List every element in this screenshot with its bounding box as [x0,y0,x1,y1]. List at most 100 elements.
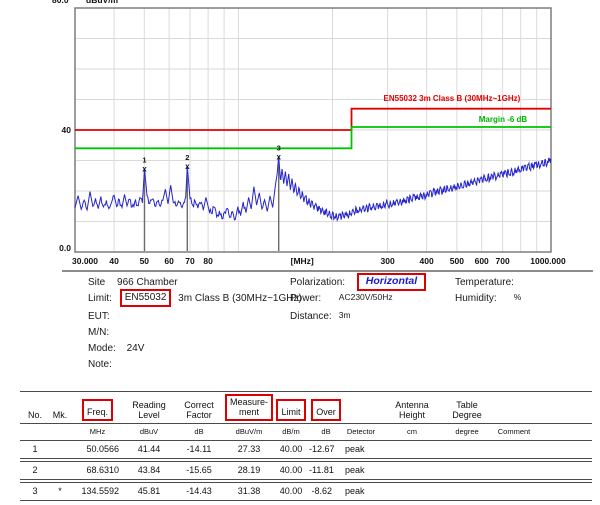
limit-label: EN55032 3m Class B (30MHz~1GHz) [384,94,521,103]
table-cell [379,440,445,459]
column-header [489,391,539,424]
table-row: 3*134.559245.81-14.4331.3840.00-8.62peak [20,482,592,501]
table-cell: -14.11 [173,440,225,459]
highlight-box: Over [311,399,341,421]
column-header: Correct Factor [173,391,225,424]
note-row: Note: [88,358,118,371]
table-cell [379,461,445,480]
x-tick-label: 80 [203,256,213,266]
table-cell: -11.81 [309,461,343,480]
table-cell: 27.33 [225,440,273,459]
mode-value: 24V [127,343,145,354]
section-divider [62,270,593,272]
x-tick-label: 1000.000 [530,256,566,266]
table-cell: peak [343,461,379,480]
table-cell [445,440,489,459]
column-header: Measure- ment [225,391,273,424]
table-cell [539,482,592,501]
limit-highlight-box: EN55032 [120,289,172,307]
y-axis-top-value: 80.0 [52,0,69,5]
table-cell: 45.81 [125,482,173,501]
eut-label: EUT: [88,311,110,322]
highlight-box: Limit [276,399,305,421]
highlight-box: Measure- ment [225,394,273,421]
table-cell: 40.00 [273,461,309,480]
site-row: Site 966 Chamber [88,276,178,289]
mode-label: Mode: [88,343,116,354]
table-header-row: No.Mk.Freq.Reading LevelCorrect FactorMe… [20,391,592,424]
x-tick-label: 600 [475,256,489,266]
table-cell: * [50,482,70,501]
limit-standard: EN55032 [125,292,167,303]
column-unit: degree [445,426,489,438]
table-cell: 31.38 [225,482,273,501]
y-axis-unit: dBuV/m [86,0,119,5]
column-header [343,391,379,424]
table-units-row: MHzdBuVdBdBuV/mdB/mdBDetectorcmdegreeCom… [20,426,592,438]
table-cell: -14.43 [173,482,225,501]
table-cell: 43.84 [125,461,173,480]
table-cell [445,482,489,501]
mode-row: Mode: 24V [88,342,144,355]
column-unit: dBuV [125,426,173,438]
power-value: AC230V/50Hz [339,292,393,302]
x-tick-label: 70 [185,256,195,266]
table-cell: -12.67 [309,440,343,459]
column-unit: dB/m [273,426,309,438]
x-tick-label: 60 [164,256,174,266]
site-label: Site [88,277,105,288]
table-cell [489,482,539,501]
x-tick-label: 300 [381,256,395,266]
table-cell: 40.00 [273,440,309,459]
x-tick-label: [MHz] [291,256,314,266]
table-cell [445,461,489,480]
marker-x-icon: x [142,165,147,174]
polarization-label: Polarization: [290,276,348,289]
table-cell: 68.6310 [70,461,125,480]
x-tick-label: 500 [450,256,464,266]
polarization-value: Horizontal [366,275,417,287]
mn-row: M/N: [88,326,115,339]
table-cell: peak [343,440,379,459]
note-label: Note: [88,359,112,370]
table-cell: peak [343,482,379,501]
y-tick-label: 40 [62,125,72,135]
table-row: 150.056641.44-14.1127.3340.00-12.67peak [20,440,592,459]
marker-x-icon: x [185,162,190,171]
column-header: Limit [273,391,309,424]
site-value: 966 Chamber [117,277,178,288]
table-cell [539,461,592,480]
eut-row: EUT: [88,310,116,323]
column-header: Table Degree [445,391,489,424]
table-cell [489,461,539,480]
table-cell [539,440,592,459]
temperature-label: Temperature: [455,277,514,288]
x-tick-label: 50 [140,256,150,266]
measurement-table: No.Mk.Freq.Reading LevelCorrect FactorMe… [20,389,592,503]
limit-rest: 3m Class B (30MHz~1GHz) [178,293,302,304]
column-unit: MHz [70,426,125,438]
power-row: Power: AC230V/50Hz [290,292,393,305]
column-unit: dB [309,426,343,438]
column-unit: Comment [489,426,539,438]
column-header: No. [20,391,50,424]
column-unit [50,426,70,438]
table-row: 268.631043.84-15.6528.1940.00-11.81peak [20,461,592,480]
column-unit: cm [379,426,445,438]
emc-test-report-page: 1x2x3xEN55032 3m Class B (30MHz~1GHz)Mar… [0,0,600,505]
table-cell: 28.19 [225,461,273,480]
margin-label: Margin -6 dB [479,115,528,124]
marker-x-icon: x [276,152,281,161]
table-cell: -8.62 [309,482,343,501]
x-tick-label: 30.000 [72,256,98,266]
table-cell: -15.65 [173,461,225,480]
humidity-row: Humidity: % [455,292,521,305]
polarization-highlight-box: Horizontal [357,273,426,291]
humidity-label: Humidity: [455,292,511,305]
limit-label: Limit: [88,293,112,304]
column-header: Freq. [70,391,125,424]
power-label: Power: [290,292,336,305]
column-unit: Detector [343,426,379,438]
column-unit [539,426,592,438]
column-header [539,391,592,424]
